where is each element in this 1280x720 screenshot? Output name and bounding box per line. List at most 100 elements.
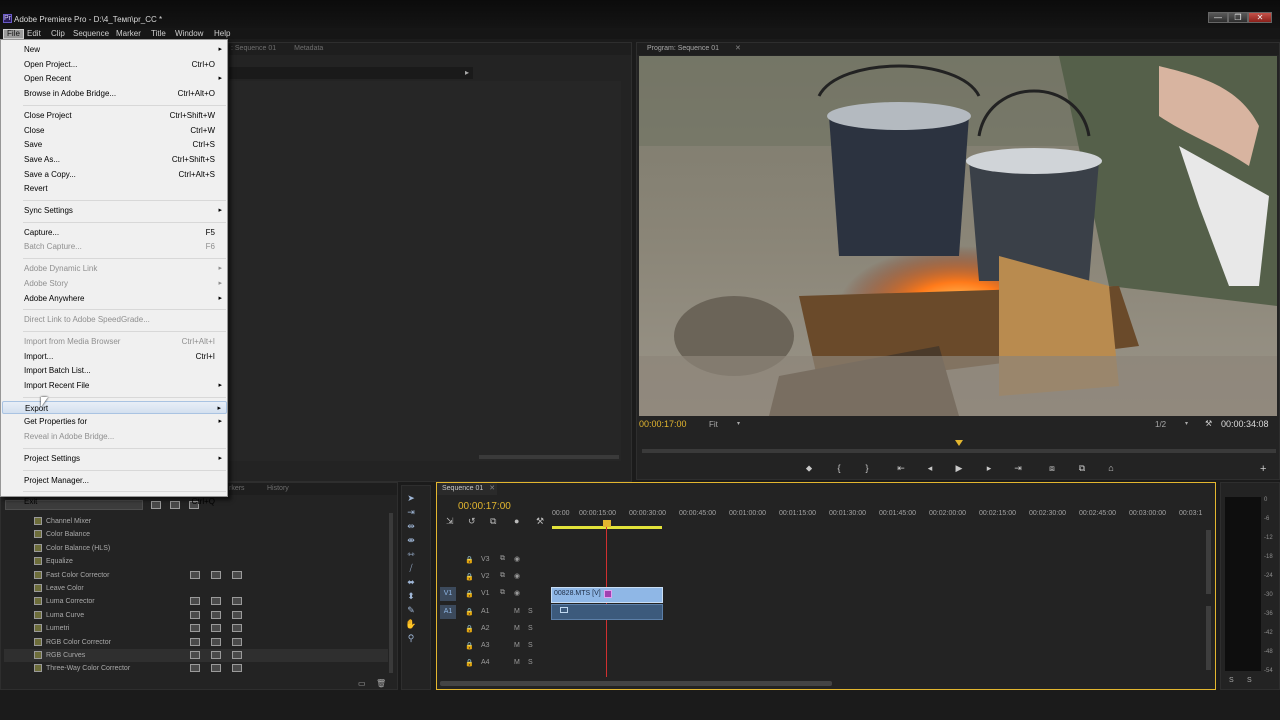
restore-button[interactable]: ❐ xyxy=(1228,12,1248,23)
nest-icon[interactable]: ⇲ xyxy=(446,516,454,527)
lock-icon[interactable]: 🔒 xyxy=(465,642,474,650)
solo-button[interactable]: S xyxy=(528,625,533,632)
file-menu-item-import-batch-list[interactable]: Import Batch List... xyxy=(2,364,227,377)
menu-sequence[interactable]: Sequence xyxy=(70,29,112,39)
solo-button[interactable]: S xyxy=(528,642,533,649)
menu-clip[interactable]: Clip xyxy=(48,29,68,39)
effect-item[interactable]: RGB Curves xyxy=(4,649,388,662)
timeline-settings-icon[interactable]: ⚒ xyxy=(536,516,544,527)
snap-icon[interactable]: ↺ xyxy=(468,516,476,527)
eye-icon[interactable]: ◉ xyxy=(514,572,520,580)
zoom-tool-icon[interactable]: ⚲ xyxy=(404,633,418,645)
solo-right-button[interactable]: S xyxy=(1247,677,1252,684)
file-menu-item-sync-settings[interactable]: Sync Settings ▸ xyxy=(2,204,227,217)
lock-icon[interactable]: 🔒 xyxy=(465,573,474,581)
add-button-icon[interactable]: + xyxy=(1260,463,1266,475)
effects-scrollbar[interactable] xyxy=(389,513,393,673)
solo-button[interactable]: S xyxy=(528,659,533,666)
eye-icon[interactable]: ◉ xyxy=(514,555,520,563)
track-select-tool-icon[interactable]: ⇥ xyxy=(404,507,418,519)
lock-icon[interactable]: 🔒 xyxy=(465,590,474,598)
effect-item[interactable]: RGB Color Corrector xyxy=(4,636,388,649)
toggle-track-output-icon[interactable]: ⧉ xyxy=(500,555,505,563)
file-menu-item-new[interactable]: New ▸ xyxy=(2,43,227,56)
lift-button-icon[interactable]: ⧈ xyxy=(1043,463,1061,475)
file-menu-item-project-settings[interactable]: Project Settings ▸ xyxy=(2,452,227,465)
ripple-edit-tool-icon[interactable]: ⇹ xyxy=(404,521,418,533)
minimize-button[interactable]: — xyxy=(1208,12,1228,23)
effect-item[interactable]: Channel Mixer xyxy=(4,515,388,528)
mark-in-button-icon[interactable]: { xyxy=(830,463,848,475)
file-menu-item-save[interactable]: Save Ctrl+S xyxy=(2,138,227,151)
lock-icon[interactable]: 🔒 xyxy=(465,556,474,564)
menu-marker[interactable]: Marker xyxy=(113,29,144,39)
resolution-dropdown-arrow-icon[interactable]: ▾ xyxy=(1185,420,1188,427)
mute-button[interactable]: M xyxy=(514,625,520,632)
effect-item[interactable]: Lumetri xyxy=(4,622,388,635)
expand-arrow-icon[interactable]: ▸ xyxy=(465,68,469,77)
video-clip[interactable]: 00828.MTS [V] xyxy=(551,587,663,603)
file-menu-item-adobe-anywhere[interactable]: Adobe Anywhere ▸ xyxy=(2,292,227,305)
program-scrubber[interactable] xyxy=(642,437,1276,455)
pen-tool-icon[interactable]: ✎ xyxy=(404,605,418,617)
step-forward-button-icon[interactable]: ▸ xyxy=(980,463,998,475)
file-menu-item-save-a-copy[interactable]: Save a Copy... Ctrl+Alt+S xyxy=(2,168,227,181)
file-menu-item-open-recent[interactable]: Open Recent ▸ xyxy=(2,72,227,85)
file-menu-item-close[interactable]: Close Ctrl+W xyxy=(2,124,227,137)
toggle-track-output-icon[interactable]: ⧉ xyxy=(500,589,505,597)
program-timecode[interactable]: 00:00:17:00 xyxy=(639,419,687,429)
file-menu-item-import-from-media-browser[interactable]: Import from Media Browser Ctrl+Alt+I xyxy=(2,335,227,348)
solo-left-button[interactable]: S xyxy=(1229,677,1234,684)
linked-selection-icon[interactable]: ⧉ xyxy=(490,516,496,527)
source-patch-a1[interactable]: A1 xyxy=(440,605,456,619)
timeline-timecode[interactable]: 00:00:17:00 xyxy=(458,501,511,512)
file-menu-item-revert[interactable]: Revert xyxy=(2,182,227,195)
markers-tab[interactable]: rkers xyxy=(229,483,245,495)
file-menu-item-browse-in-adobe-bridge[interactable]: Browse in Adobe Bridge... Ctrl+Alt+O xyxy=(2,87,227,100)
play-button-icon[interactable]: ▶ xyxy=(950,463,968,475)
timeline-horizontal-scrollbar[interactable] xyxy=(440,681,832,686)
mute-button[interactable]: M xyxy=(514,642,520,649)
add-marker-button-icon[interactable]: ⬥ xyxy=(800,463,818,475)
source-scrollbar[interactable] xyxy=(479,455,619,459)
solo-button[interactable]: S xyxy=(528,608,533,615)
audio-clip[interactable] xyxy=(551,604,663,620)
selection-tool-icon[interactable]: ➤ xyxy=(404,493,418,505)
lock-icon[interactable]: 🔒 xyxy=(465,608,474,616)
effect-item[interactable]: Leave Color xyxy=(4,582,388,595)
panel-close-icon[interactable]: ✕ xyxy=(735,45,741,52)
hand-tool-icon[interactable]: ✋ xyxy=(404,619,418,631)
slide-tool-icon[interactable]: ⬍ xyxy=(404,591,418,603)
new-bin-icon[interactable]: ▭ xyxy=(358,679,366,688)
file-menu-item-adobe-dynamic-link[interactable]: Adobe Dynamic Link ▸ xyxy=(2,262,227,275)
effect-item[interactable]: Luma Curve xyxy=(4,609,388,622)
source-tab-sequence[interactable]: : Sequence 01 xyxy=(231,45,276,52)
file-menu-item-import-recent-file[interactable]: Import Recent File ▸ xyxy=(2,379,227,392)
file-menu-item-adobe-story[interactable]: Adobe Story ▸ xyxy=(2,277,227,290)
menu-file[interactable]: File xyxy=(3,29,24,39)
file-menu-item-batch-capture[interactable]: Batch Capture... F6 xyxy=(2,240,227,253)
toggle-track-output-icon[interactable]: ⧉ xyxy=(500,572,505,580)
add-marker-icon[interactable]: ● xyxy=(514,516,519,526)
program-tab[interactable]: Program: Sequence 01 xyxy=(647,45,719,52)
timeline-tab[interactable]: Sequence 01 xyxy=(442,485,483,492)
source-patch-v1[interactable]: V1 xyxy=(440,587,456,601)
file-menu-item-open-project[interactable]: Open Project... Ctrl+O xyxy=(2,58,227,71)
delete-icon[interactable]: 🗑 xyxy=(376,679,386,688)
menu-edit[interactable]: Edit xyxy=(24,29,44,39)
program-playhead[interactable] xyxy=(955,440,963,446)
file-menu-item-export[interactable]: Export ▸ xyxy=(2,400,227,414)
razor-tool-icon[interactable]: ⧸ xyxy=(404,563,418,575)
lock-icon[interactable]: 🔒 xyxy=(465,659,474,667)
audio-tracks-scrollbar[interactable] xyxy=(1206,606,1211,670)
file-menu-item-direct-link-to-adobe-speedgrade[interactable]: Direct Link to Adobe SpeedGrade... xyxy=(2,313,227,326)
file-menu-item-project-manager[interactable]: Project Manager... xyxy=(2,474,227,487)
file-menu-item-capture[interactable]: Capture... F5 xyxy=(2,226,227,239)
file-menu-item-reveal-in-adobe-bridge[interactable]: Reveal in Adobe Bridge... xyxy=(2,430,227,443)
export-frame-button-icon[interactable]: ⌂ xyxy=(1102,463,1120,475)
go-to-out-button-icon[interactable]: ⇥ xyxy=(1009,463,1027,475)
rate-stretch-tool-icon[interactable]: ⇿ xyxy=(404,549,418,561)
mark-out-button-icon[interactable]: } xyxy=(858,463,876,475)
close-window-button[interactable]: ✕ xyxy=(1248,12,1272,23)
go-to-in-button-icon[interactable]: ⇤ xyxy=(892,463,910,475)
